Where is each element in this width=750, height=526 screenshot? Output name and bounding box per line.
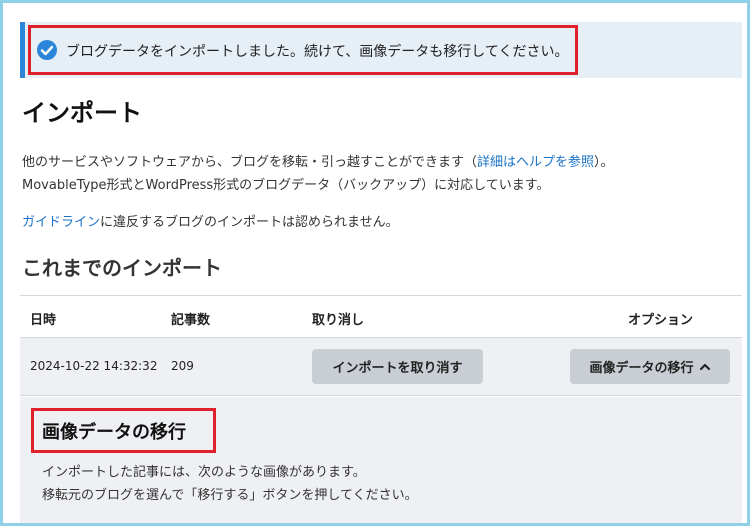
column-header-cancel: 取り消し	[312, 313, 365, 328]
migration-text-line1: インポートした記事には、次のような画像があります。	[42, 465, 366, 480]
import-history-title: これまでのインポート	[22, 256, 222, 280]
table-header: 日時 記事数 取り消し オプション	[20, 296, 742, 338]
guideline-notice: ガイドラインに違反するブログのインポートは認められません。	[22, 211, 399, 230]
table-row: 2024-10-22 14:32:32 209 インポートを取り消す 画像データ…	[20, 338, 742, 396]
cancel-import-label: インポートを取り消す	[332, 361, 463, 376]
guideline-link[interactable]: ガイドライン	[22, 215, 100, 230]
description-format-text: MovableType形式とWordPress形式のブログデータ（バックアップ）…	[22, 178, 550, 193]
page-title: インポート	[22, 99, 142, 127]
cancel-import-button[interactable]: インポートを取り消す	[312, 349, 483, 384]
help-link[interactable]: 詳細はヘルプを参照	[477, 155, 594, 170]
chevron-up-icon	[699, 363, 710, 370]
column-header-count: 記事数	[171, 313, 211, 328]
column-header-option: オプション	[628, 313, 694, 328]
description-text-prefix: 他のサービスやソフトウェアから、ブログを移転・引っ越すことができます（	[22, 155, 478, 170]
guideline-text: に違反するブログのインポートは認められません。	[100, 215, 399, 230]
image-migration-description: インポートした記事には、次のような画像があります。 移転元のブログを選んで「移行…	[42, 461, 418, 507]
article-count: 209	[171, 359, 194, 373]
image-migration-toggle-button[interactable]: 画像データの移行	[570, 349, 730, 384]
notice-message: ブログデータをインポートしました。続けて、画像データも移行してください。	[66, 44, 569, 60]
description-text-suffix: ）。	[594, 155, 614, 170]
column-header-datetime: 日時	[30, 313, 57, 328]
check-circle-icon	[37, 40, 57, 60]
image-migration-title: 画像データの移行	[42, 422, 186, 443]
page-description: 他のサービスやソフトウェアから、ブログを移転・引っ越すことができます（詳細はヘル…	[22, 151, 614, 197]
image-migration-label: 画像データの移行	[589, 361, 694, 376]
migration-text-line2: 移転元のブログを選んで「移行する」ボタンを押してください。	[42, 488, 418, 503]
import-datetime: 2024-10-22 14:32:32	[30, 359, 158, 373]
